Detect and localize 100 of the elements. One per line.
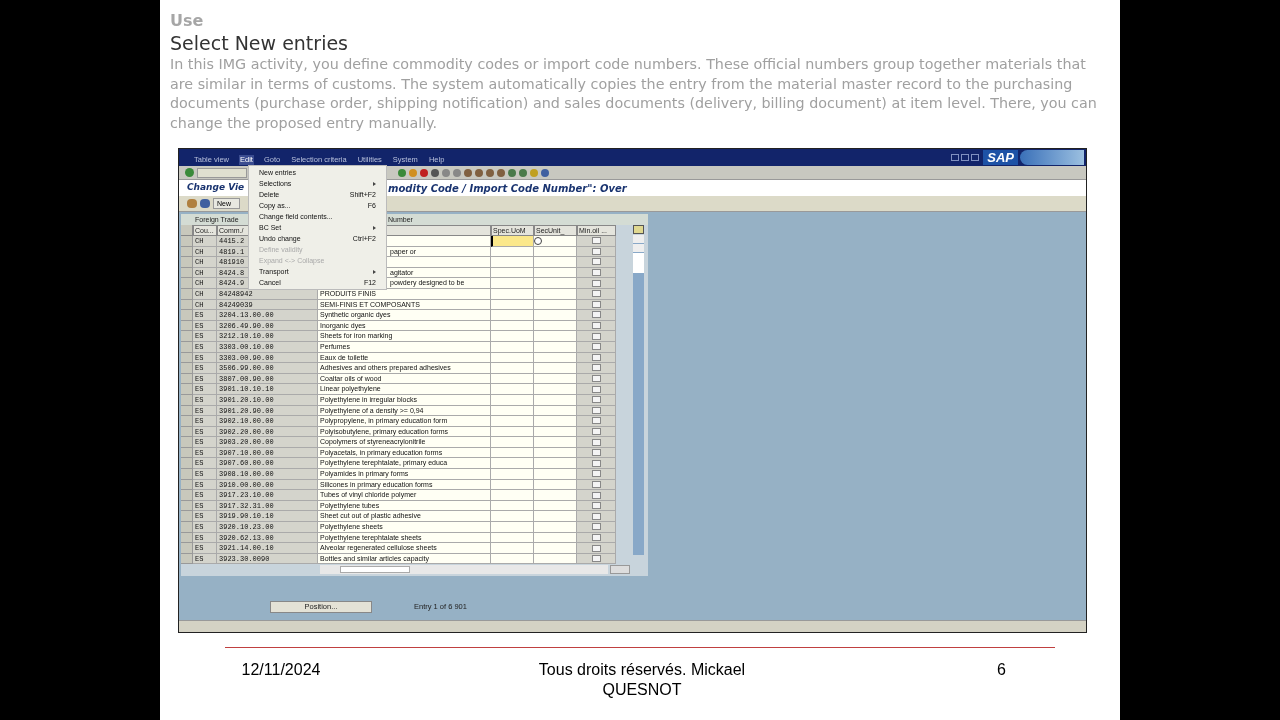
checkbox[interactable]	[591, 237, 601, 245]
input-field[interactable]	[534, 310, 577, 321]
row-selector[interactable]	[181, 522, 193, 533]
input-field[interactable]	[534, 511, 577, 523]
input-field[interactable]	[491, 320, 534, 332]
input-field[interactable]	[491, 384, 534, 395]
input-field[interactable]	[534, 394, 577, 406]
minimize-icon[interactable]	[951, 154, 960, 161]
checkbox[interactable]	[591, 258, 601, 266]
checkbox[interactable]	[591, 523, 601, 531]
input-field[interactable]	[491, 553, 534, 565]
row-selector[interactable]	[181, 416, 193, 427]
column-settings-icon[interactable]	[633, 225, 644, 234]
row-selector[interactable]	[181, 299, 193, 311]
checkbox[interactable]	[591, 491, 601, 499]
input-field[interactable]	[491, 416, 534, 427]
input-field[interactable]	[534, 236, 577, 247]
input-field[interactable]	[534, 405, 577, 417]
checkbox[interactable]	[591, 459, 601, 467]
input-field[interactable]	[491, 267, 534, 279]
row-selector[interactable]	[181, 341, 193, 353]
input-field[interactable]	[534, 363, 577, 374]
row-selector[interactable]	[181, 469, 193, 480]
checkbox[interactable]	[591, 343, 601, 351]
input-field[interactable]	[491, 458, 534, 470]
checkbox[interactable]	[591, 544, 601, 552]
input-field[interactable]	[491, 490, 534, 501]
input-field[interactable]	[534, 416, 577, 427]
row-selector[interactable]	[181, 479, 193, 491]
input-field[interactable]	[534, 490, 577, 501]
row-selector[interactable]	[181, 320, 193, 332]
checkbox[interactable]	[591, 438, 601, 446]
checkbox[interactable]	[591, 470, 601, 478]
input-field[interactable]	[534, 384, 577, 395]
input-field[interactable]	[534, 246, 577, 258]
input-field[interactable]	[491, 278, 534, 289]
input-field[interactable]	[534, 341, 577, 353]
row-selector[interactable]	[181, 543, 193, 554]
check-icon[interactable]	[185, 168, 194, 177]
vertical-scrollbar[interactable]	[633, 235, 644, 555]
input-field[interactable]	[491, 246, 534, 258]
input-field[interactable]	[491, 447, 534, 459]
input-field[interactable]	[534, 257, 577, 268]
input-field[interactable]	[491, 532, 534, 544]
input-field[interactable]	[534, 458, 577, 470]
row-selector[interactable]	[181, 257, 193, 268]
row-selector[interactable]	[181, 363, 193, 374]
input-field[interactable]	[491, 341, 534, 353]
input-field[interactable]	[491, 543, 534, 554]
checkbox[interactable]	[591, 353, 601, 361]
row-selector[interactable]	[181, 267, 193, 279]
input-field[interactable]	[534, 479, 577, 491]
checkbox[interactable]	[591, 269, 601, 277]
input-field[interactable]	[534, 522, 577, 533]
row-selector[interactable]	[181, 458, 193, 470]
checkbox[interactable]	[591, 480, 601, 488]
input-field[interactable]	[491, 363, 534, 374]
input-field[interactable]	[534, 299, 577, 311]
input-field[interactable]	[491, 479, 534, 491]
row-selector[interactable]	[181, 278, 193, 289]
row-selector[interactable]	[181, 246, 193, 258]
input-field[interactable]	[491, 522, 534, 533]
row-selector[interactable]	[181, 426, 193, 438]
row-selector[interactable]	[181, 553, 193, 565]
input-field[interactable]	[534, 352, 577, 364]
input-field[interactable]	[534, 500, 577, 512]
input-field[interactable]	[534, 331, 577, 342]
checkbox[interactable]	[591, 300, 601, 308]
maximize-icon[interactable]	[961, 154, 970, 161]
row-selector[interactable]	[181, 331, 193, 342]
row-selector[interactable]	[181, 437, 193, 448]
row-selector[interactable]	[181, 511, 193, 523]
input-field[interactable]	[534, 553, 577, 565]
checkbox[interactable]	[591, 555, 601, 563]
input-field[interactable]	[491, 236, 534, 247]
input-field[interactable]	[491, 299, 534, 311]
checkbox[interactable]	[591, 322, 601, 330]
input-field[interactable]	[491, 352, 534, 364]
checkbox[interactable]	[591, 396, 601, 404]
input-field[interactable]	[491, 405, 534, 417]
row-selector[interactable]	[181, 532, 193, 544]
row-selector[interactable]	[181, 384, 193, 395]
checkbox[interactable]	[591, 406, 601, 414]
input-field[interactable]	[491, 511, 534, 523]
input-field[interactable]	[491, 500, 534, 512]
input-field[interactable]	[491, 469, 534, 480]
input-field[interactable]	[534, 447, 577, 459]
value-help-icon[interactable]	[534, 236, 542, 245]
input-field[interactable]	[491, 426, 534, 438]
checkbox[interactable]	[591, 428, 601, 435]
checkbox[interactable]	[591, 502, 601, 510]
row-selector[interactable]	[181, 352, 193, 364]
checkbox[interactable]	[591, 364, 601, 372]
checkbox[interactable]	[591, 311, 601, 319]
row-selector[interactable]	[181, 447, 193, 459]
input-field[interactable]	[491, 437, 534, 448]
input-field[interactable]	[534, 267, 577, 279]
row-selector[interactable]	[181, 310, 193, 321]
command-field[interactable]	[197, 167, 247, 178]
row-selector[interactable]	[181, 490, 193, 501]
